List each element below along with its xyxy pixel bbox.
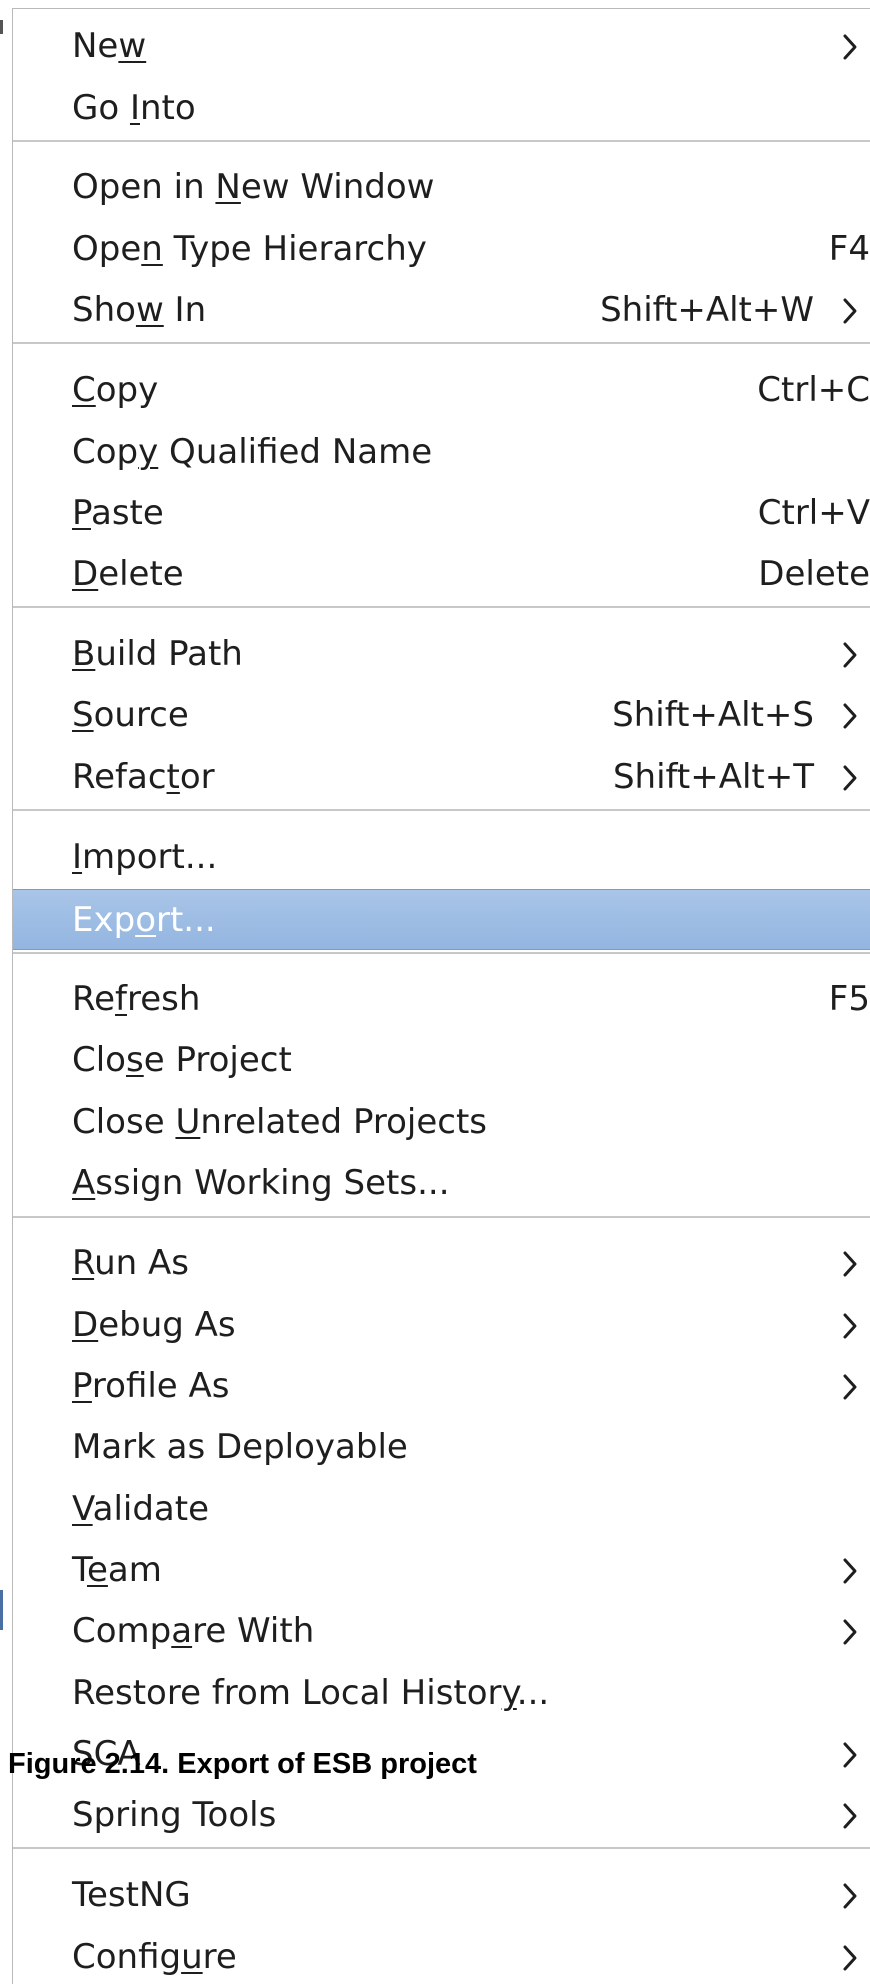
menu-item-delete[interactable]: Delete Delete [13, 544, 870, 605]
menu-item-label: Go Into [72, 88, 196, 128]
edge-mark [0, 20, 3, 34]
menu-item-label: Export... [72, 900, 216, 940]
menu-item-new[interactable]: New [13, 16, 870, 77]
menu-item-label: Run As [72, 1243, 189, 1283]
chevron-right-icon [843, 1883, 857, 1909]
chevron-right-icon [843, 703, 857, 729]
menu-item-show-in[interactable]: Show In Shift+Alt+W [13, 280, 870, 341]
menu-item-open-in-new-window[interactable]: Open in New Window [13, 157, 870, 218]
menu-item-build-path[interactable]: Build Path [13, 624, 870, 685]
menu-item-label: Assign Working Sets... [72, 1163, 450, 1203]
chevron-right-icon [843, 1945, 857, 1971]
chevron-right-icon [843, 1251, 857, 1277]
menu-item-spring-tools[interactable]: Spring Tools [13, 1785, 870, 1846]
menu-item-refactor[interactable]: Refactor Shift+Alt+T [13, 747, 870, 808]
menu-item-label: Mark as Deployable [72, 1427, 408, 1467]
menu-item-copy[interactable]: Copy Ctrl+C [13, 360, 870, 421]
menu-item-testng[interactable]: TestNG [13, 1865, 870, 1926]
menu-item-shortcut: F4 [828, 229, 870, 269]
chevron-right-icon [843, 1619, 857, 1645]
chevron-right-icon [843, 1742, 857, 1768]
menu-item-shortcut: Shift+Alt+T [612, 757, 814, 797]
edge-mark [0, 1590, 3, 1630]
menu-item-team[interactable]: Team [13, 1540, 870, 1601]
menu-item-shortcut: Delete [758, 554, 870, 594]
menu-item-label: Close Unrelated Projects [72, 1102, 487, 1142]
menu-item-copy-qualified-name[interactable]: Copy Qualified Name [13, 422, 870, 483]
menu-item-compare-with[interactable]: Compare With [13, 1601, 870, 1662]
menu-item-label: Spring Tools [72, 1795, 277, 1835]
menu-item-configure[interactable]: Configure [13, 1927, 870, 1984]
menu-item-assign-working-sets[interactable]: Assign Working Sets... [13, 1153, 870, 1214]
menu-item-run-as[interactable]: Run As [13, 1233, 870, 1294]
menu-item-open-type-hierarchy[interactable]: Open Type Hierarchy F4 [13, 219, 870, 280]
menu-item-source[interactable]: Source Shift+Alt+S [13, 685, 870, 746]
chevron-right-icon [843, 298, 857, 324]
menu-item-label: Build Path [72, 634, 243, 674]
menu-item-label: Show In [72, 290, 207, 330]
menu-item-label: New [72, 26, 147, 66]
menu-separator [13, 1216, 870, 1218]
background-window-edge [0, 0, 12, 1984]
menu-item-label: Validate [72, 1489, 210, 1529]
menu-item-shortcut: Ctrl+V [757, 493, 870, 533]
menu-item-shortcut: Shift+Alt+W [600, 290, 814, 330]
chevron-right-icon [843, 34, 857, 60]
menu-separator [13, 342, 870, 344]
menu-item-go-into[interactable]: Go Into [13, 78, 870, 139]
menu-separator [13, 809, 870, 811]
figure-caption: Figure 2.14. Export of ESB project [8, 1748, 477, 1780]
menu-item-label: Refresh [72, 979, 201, 1019]
chevron-right-icon [843, 1313, 857, 1339]
menu-item-label: Open in New Window [72, 167, 435, 207]
menu-item-label: Source [72, 695, 189, 735]
menu-item-label: Team [72, 1550, 162, 1590]
menu-item-shortcut: Ctrl+C [757, 370, 870, 410]
menu-item-label: Delete [72, 554, 184, 594]
menu-item-paste[interactable]: Paste Ctrl+V [13, 483, 870, 544]
context-menu: New Go Into Open in New Window Open Type Hi… [12, 8, 870, 1984]
menu-item-label: Import... [72, 837, 218, 877]
menu-item-label: Close Project [72, 1040, 292, 1080]
menu-item-debug-as[interactable]: Debug As [13, 1295, 870, 1356]
menu-item-mark-as-deployable[interactable]: Mark as Deployable [13, 1417, 870, 1478]
chevron-right-icon [843, 1558, 857, 1584]
menu-item-label: TestNG [72, 1875, 191, 1915]
menu-separator [13, 952, 870, 954]
menu-item-refresh[interactable]: Refresh F5 [13, 969, 870, 1030]
menu-item-shortcut: F5 [828, 979, 870, 1019]
menu-item-label: Copy [72, 370, 159, 410]
menu-item-label: Debug As [72, 1305, 236, 1345]
menu-separator [13, 606, 870, 608]
menu-item-label: Restore from Local History... [72, 1673, 550, 1713]
menu-item-import[interactable]: Import... [13, 827, 870, 888]
menu-item-label: Profile As [72, 1366, 230, 1406]
chevron-right-icon [843, 1374, 857, 1400]
menu-item-close-unrelated-projects[interactable]: Close Unrelated Projects [13, 1092, 870, 1153]
chevron-right-icon [843, 765, 857, 791]
menu-separator [13, 1847, 870, 1849]
menu-item-label: Open Type Hierarchy [72, 229, 427, 269]
menu-item-restore-from-local-history[interactable]: Restore from Local History... [13, 1663, 870, 1724]
menu-item-label: Copy Qualified Name [72, 432, 433, 472]
menu-item-export[interactable]: Export... [13, 889, 870, 950]
chevron-right-icon [843, 1803, 857, 1829]
menu-item-profile-as[interactable]: Profile As [13, 1356, 870, 1417]
chevron-right-icon [843, 642, 857, 668]
menu-item-label: Paste [72, 493, 164, 533]
menu-item-label: Refactor [72, 757, 215, 797]
menu-item-validate[interactable]: Validate [13, 1479, 870, 1540]
menu-separator [13, 140, 870, 142]
menu-item-label: Configure [72, 1937, 237, 1977]
menu-item-close-project[interactable]: Close Project [13, 1030, 870, 1091]
menu-item-shortcut: Shift+Alt+S [612, 695, 814, 735]
menu-item-label: Compare With [72, 1611, 315, 1651]
